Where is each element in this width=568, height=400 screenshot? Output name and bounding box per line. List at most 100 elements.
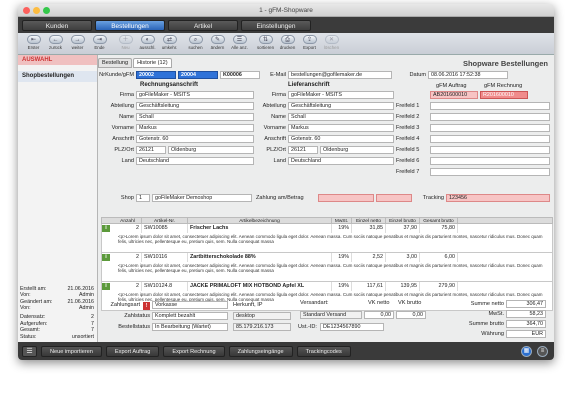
freifeld-field[interactable] [430,113,550,121]
mwst-cell[interactable]: 19% [332,253,352,262]
mwst-cell[interactable]: 19% [332,224,352,233]
lief-field[interactable]: Gotenstr. 60 [288,135,394,143]
einzel-netto-cell[interactable]: 117,61 [352,282,386,291]
ustid-field[interactable]: DE1234567890 [320,323,384,331]
tab-kunden[interactable]: Kunden [22,19,92,31]
qty-cell[interactable]: 2 [112,253,142,262]
rech-field[interactable]: goFileMaker - MSITS [136,91,254,99]
tab-bestellung[interactable]: Bestellung [98,58,133,68]
freifeld-field[interactable] [430,168,550,176]
export-auftrag-button[interactable]: Export Auftrag [105,345,160,357]
export-rechnung-button[interactable]: Export Rechnung [163,345,225,357]
artikel-name-cell[interactable]: JACKE PRIMALOFT MIX HOTBOND Apfel XL [188,282,332,291]
export-button[interactable]: ⇪ Export [300,35,319,50]
freifeld-field[interactable] [430,146,550,154]
qty-cell[interactable]: 2 [112,224,142,233]
column-header[interactable]: MwSt. [332,218,352,224]
artikel-nr-cell[interactable]: SW10116 [142,253,188,262]
artikel-description[interactable]: <p>Lorem ipsum dolor sit amet, consectet… [102,233,552,252]
column-header[interactable]: Artikel-Nr. [142,218,188,224]
erster-button[interactable]: ⇤ Erster [24,35,43,50]
rech-field[interactable]: Schall [136,113,254,121]
artikel-name-cell[interactable]: Zartbitterschokolade 88% [188,253,332,262]
loeschen-button[interactable]: ✕ löschen [322,35,341,50]
bestellstatus-field[interactable]: In Bearbeitung (Wartet) [152,323,228,331]
zahlung-date-field[interactable] [318,194,374,202]
table-row[interactable]: i 2 SW10085 Frischer Lachs 19% 31,85 37,90 75,8… [101,224,553,253]
row-info-icon[interactable]: i [102,283,110,290]
artikel-name-cell[interactable]: Frischer Lachs [188,224,332,233]
gfm-rechnung-field[interactable]: R201600010 [480,91,528,99]
rech-field[interactable]: Geschäftsleitung [136,102,254,110]
lief-field[interactable]: Markus [288,124,394,132]
customer-nr-field[interactable]: 20004 [178,71,218,79]
neue-importieren-button[interactable]: Neue importieren [41,345,102,357]
shop-nr-field[interactable]: 1 [136,194,150,202]
waehrung-field[interactable]: EUR [506,330,546,338]
order-nr-field[interactable]: 20002 [136,71,176,79]
tracking-field[interactable]: 123456 [446,194,550,202]
einzel-netto-cell[interactable]: 2,52 [352,253,386,262]
lief-field[interactable]: Schall [288,113,394,121]
table-row[interactable]: i 2 SW10116 Zartbitterschokolade 88% 19% 2,52… [101,253,553,282]
zahlungsart-field[interactable]: Vorkasse [152,301,228,309]
gesamt-brutto-cell[interactable]: 75,80 [420,224,458,233]
rech-field[interactable]: Deutschland [136,157,254,165]
menu-icon[interactable]: ☰ [22,345,37,357]
zahlungseingaenge-button[interactable]: Zahlungseingänge [228,345,293,357]
einzel-brutto-cell[interactable]: 37,90 [386,224,420,233]
shop-name-field[interactable]: goFileMaker Demoshop [152,194,252,202]
vk-brutto-field[interactable]: 0,00 [396,311,426,319]
freifeld-field[interactable] [430,135,550,143]
tab-artikel[interactable]: Artikel [168,19,238,31]
tab-bestellungen[interactable]: Bestellungen [95,19,165,31]
artikel-nr-cell[interactable]: SW10124.8 [142,282,188,291]
lief-field[interactable]: Geschäftsleitung [288,102,394,110]
tab-historie[interactable]: Historie (12) [133,58,172,68]
rech-field[interactable]: Gotenstr. 60 [136,135,254,143]
lief-ort-field[interactable]: Oldenburg [320,146,394,154]
neu-button[interactable]: ＋ Neu [116,35,135,50]
trackingcodes-button[interactable]: Trackingcodes [296,345,351,357]
gfm-nr-field[interactable]: K00006 [220,71,260,79]
freifeld-field[interactable] [430,102,550,110]
rech-ort-field[interactable]: Oldenburg [168,146,254,154]
rech-field[interactable]: Markus [136,124,254,132]
sortieren-button[interactable]: ⇅ sortieren [256,35,275,50]
column-header[interactable]: Einzel netto [352,218,386,224]
list-view-icon[interactable]: ≡ [537,346,548,357]
qty-cell[interactable]: 2 [112,282,142,291]
einzel-brutto-cell[interactable]: 3,00 [386,253,420,262]
lief-field[interactable]: Deutschland [288,157,394,165]
ende-button[interactable]: ⇥ Ende [90,35,109,50]
gesamt-brutto-cell[interactable]: 279,90 [420,282,458,291]
gfm-auftrag-field[interactable]: AB201600010 [430,91,478,99]
datum-field[interactable]: 08.06.2016 17:52:38 [428,71,508,79]
alle-anz-button[interactable]: ☰ Alle anz. [230,35,249,50]
versandart-field[interactable]: Standard Versand [300,311,362,319]
ip-field[interactable]: 85.179.216.173 [233,323,291,331]
drucken-button[interactable]: ⎙ drucken [278,35,297,50]
tab-einstellungen[interactable]: Einstellungen [241,19,311,31]
zahlstatus-field[interactable]: Komplett bezahlt [152,312,228,320]
einzel-netto-cell[interactable]: 31,85 [352,224,386,233]
column-header[interactable]: Gesamt brutto [420,218,458,224]
zahlung-amount-field[interactable] [376,194,412,202]
column-header[interactable]: Einzel brutto [386,218,420,224]
lief-plz-field[interactable]: 26121 [288,146,318,154]
column-header[interactable]: Anzahl [114,218,142,224]
vk-netto-field[interactable]: 0,00 [364,311,394,319]
minimize-window-button[interactable] [33,7,40,14]
umkehr-button[interactable]: ⇄ umkehr. [160,35,179,50]
artikel-nr-cell[interactable]: SW10085 [142,224,188,233]
rech-plz-field[interactable]: 26121 [136,146,166,154]
suchen-button[interactable]: ⌕ suchen [186,35,205,50]
summe-netto-field[interactable]: 306,47 [506,300,546,308]
gesamt-brutto-cell[interactable]: 6,00 [420,253,458,262]
row-info-icon[interactable]: i [102,254,110,261]
mwst-field[interactable]: 58,23 [506,310,546,318]
herkunft-field[interactable]: desktop [233,312,291,320]
zurueck-button[interactable]: ← zurück [46,35,65,50]
artikel-description[interactable]: <p>Lorem ipsum dolor sit amet, consectet… [102,262,552,281]
einzel-brutto-cell[interactable]: 139,95 [386,282,420,291]
